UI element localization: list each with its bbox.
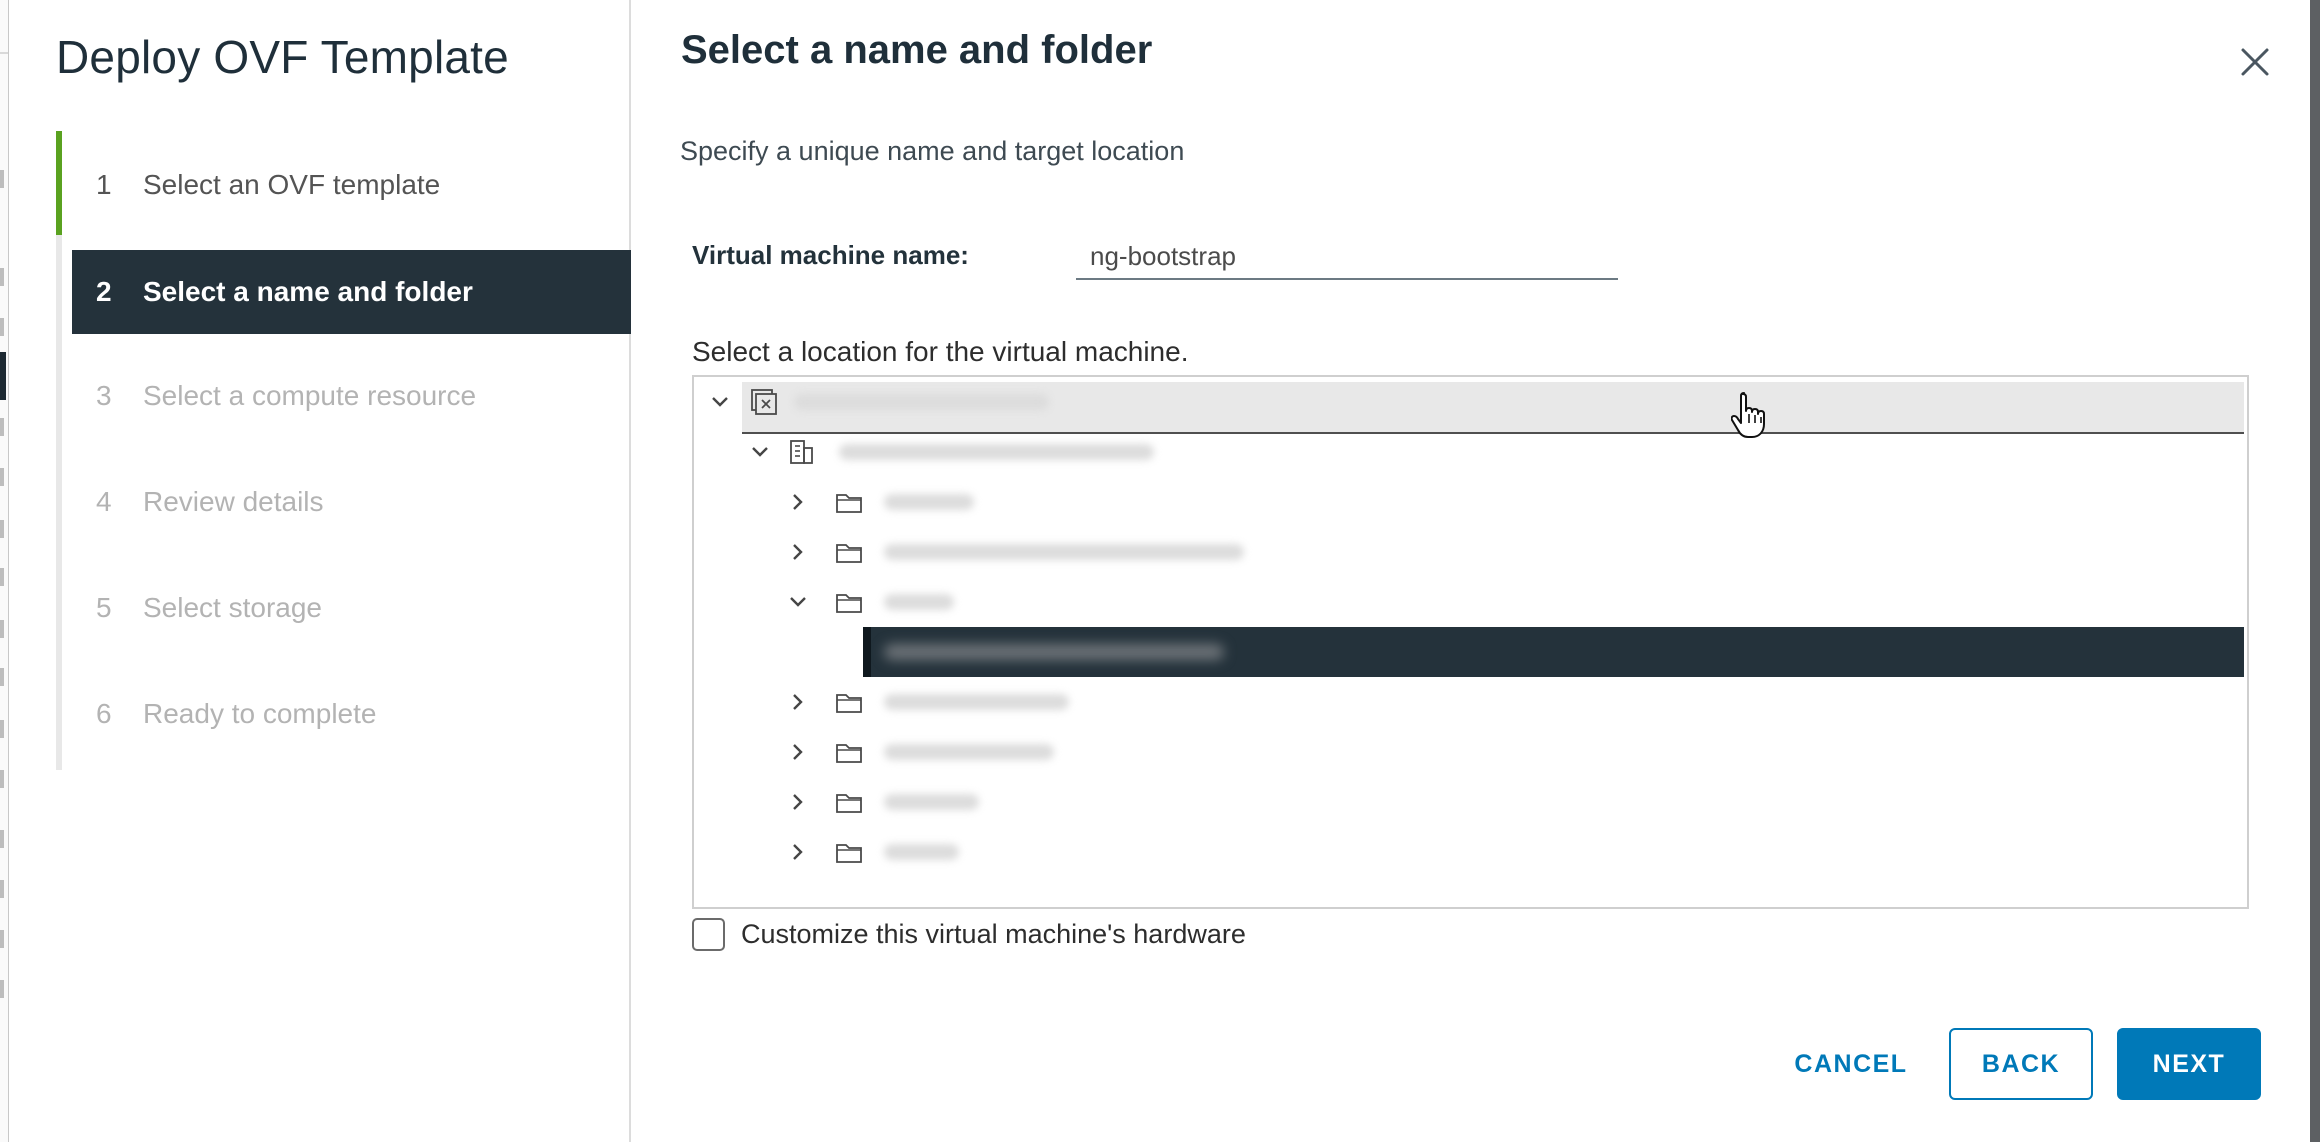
background-text-fragment bbox=[0, 468, 4, 486]
page-title: Select a name and folder bbox=[681, 28, 1153, 72]
step-number: 6 bbox=[96, 698, 112, 729]
chevron-right-icon[interactable] bbox=[784, 738, 812, 766]
step-select-storage[interactable]: 5 Select storage bbox=[56, 566, 631, 650]
step-label: Select a name and folder bbox=[143, 276, 473, 307]
background-app-strip bbox=[0, 0, 9, 1142]
wizard-title: Deploy OVF Template bbox=[56, 31, 509, 83]
chevron-right-icon[interactable] bbox=[784, 838, 812, 866]
close-icon bbox=[2241, 48, 2269, 76]
step-label: Review details bbox=[143, 486, 324, 517]
tree-item-label-redacted bbox=[884, 494, 974, 510]
background-text-fragment bbox=[0, 170, 4, 188]
close-button[interactable] bbox=[2231, 38, 2279, 86]
tree-item-label-redacted bbox=[839, 444, 1154, 460]
background-text-fragment bbox=[0, 620, 4, 638]
folder-icon bbox=[836, 744, 862, 763]
customize-hardware-checkbox[interactable] bbox=[692, 918, 725, 951]
wizard-steps-panel: Deploy OVF Template 1 Select an OVF temp… bbox=[9, 0, 631, 1142]
step-number: 4 bbox=[96, 486, 112, 517]
step-label: Select a compute resource bbox=[143, 380, 477, 411]
folder-icon bbox=[836, 594, 862, 613]
background-text-fragment bbox=[0, 668, 4, 686]
step-number: 3 bbox=[96, 380, 112, 411]
location-label: Select a location for the virtual machin… bbox=[692, 336, 1189, 367]
tree-item-label-redacted bbox=[884, 644, 1224, 660]
background-text-fragment bbox=[0, 720, 4, 738]
background-text-fragment bbox=[0, 980, 4, 998]
location-tree[interactable] bbox=[692, 375, 2249, 909]
page-subtitle: Specify a unique name and target locatio… bbox=[680, 136, 1185, 166]
background-text-fragment bbox=[0, 880, 4, 898]
background-divider bbox=[0, 52, 8, 54]
step-number: 2 bbox=[96, 276, 112, 307]
chevron-down-icon[interactable] bbox=[746, 438, 774, 466]
hand-pointer-cursor-icon bbox=[1731, 392, 1765, 438]
tree-row-folder[interactable] bbox=[694, 777, 2247, 827]
tree-row-datacenter[interactable] bbox=[694, 427, 2247, 477]
folder-icon bbox=[836, 694, 862, 713]
tree-item-label-redacted bbox=[884, 794, 979, 810]
folder-icon bbox=[836, 794, 862, 813]
tree-item-label-redacted bbox=[794, 394, 1049, 410]
folder-icon bbox=[836, 844, 862, 863]
step-completed-indicator bbox=[56, 131, 62, 235]
step-ready-to-complete[interactable]: 6 Ready to complete bbox=[56, 672, 631, 756]
vm-name-label: Virtual machine name: bbox=[692, 240, 969, 270]
chevron-right-icon[interactable] bbox=[784, 688, 812, 716]
background-text-fragment bbox=[0, 830, 4, 848]
folder-icon bbox=[836, 544, 862, 563]
background-text-fragment bbox=[0, 418, 4, 436]
tree-row-vcenter[interactable] bbox=[694, 377, 2247, 434]
cancel-button[interactable]: CANCEL bbox=[1771, 1028, 1931, 1100]
customize-hardware-label[interactable]: Customize this virtual machine's hardwar… bbox=[741, 919, 1246, 950]
background-text-fragment bbox=[0, 520, 4, 538]
chevron-down-icon[interactable] bbox=[784, 588, 812, 616]
selected-row-edge bbox=[863, 627, 871, 677]
tree-item-label-redacted bbox=[884, 844, 959, 860]
vcenter-icon bbox=[751, 389, 777, 415]
tree-row-folder[interactable] bbox=[694, 527, 2247, 577]
step-label: Ready to complete bbox=[143, 698, 377, 729]
next-button[interactable]: NEXT bbox=[2117, 1028, 2261, 1100]
wizard-content: Select a name and folder Specify a uniqu… bbox=[631, 0, 2310, 1142]
chevron-right-icon[interactable] bbox=[784, 538, 812, 566]
step-review-details[interactable]: 4 Review details bbox=[56, 460, 631, 544]
datacenter-icon bbox=[790, 440, 813, 464]
chevron-down-icon[interactable] bbox=[706, 388, 734, 416]
step-select-ovf-template[interactable]: 1 Select an OVF template bbox=[56, 131, 631, 235]
tree-item-label-redacted bbox=[884, 744, 1054, 760]
tree-item-label-redacted bbox=[884, 544, 1244, 560]
step-select-compute-resource[interactable]: 3 Select a compute resource bbox=[56, 354, 631, 438]
background-selected-fragment bbox=[0, 352, 6, 400]
tree-row-folder[interactable] bbox=[694, 477, 2247, 527]
background-text-fragment bbox=[0, 268, 4, 286]
deploy-ovf-wizard-modal: Deploy OVF Template 1 Select an OVF temp… bbox=[9, 0, 2310, 1142]
chevron-right-icon[interactable] bbox=[784, 488, 812, 516]
step-number: 1 bbox=[96, 169, 112, 200]
vm-name-input[interactable] bbox=[1076, 234, 1618, 280]
customize-hardware-row[interactable]: Customize this virtual machine's hardwar… bbox=[692, 918, 1246, 951]
chevron-right-icon[interactable] bbox=[784, 788, 812, 816]
step-label: Select an OVF template bbox=[143, 169, 441, 200]
tree-row-folder[interactable] bbox=[694, 677, 2247, 727]
tree-row-folder[interactable] bbox=[694, 727, 2247, 777]
tree-row-folder[interactable] bbox=[694, 827, 2247, 877]
step-number: 5 bbox=[96, 592, 112, 623]
background-text-fragment bbox=[0, 318, 4, 336]
back-button[interactable]: BACK bbox=[1949, 1028, 2093, 1100]
tree-item-label-redacted bbox=[884, 694, 1069, 710]
background-text-fragment bbox=[0, 930, 4, 948]
folder-icon bbox=[836, 494, 862, 513]
tree-row-folder[interactable] bbox=[694, 577, 2247, 627]
background-text-fragment bbox=[0, 770, 4, 788]
tree-item-label-redacted bbox=[884, 594, 954, 610]
background-text-fragment bbox=[0, 568, 4, 586]
step-label: Select storage bbox=[143, 592, 322, 623]
tree-row-selected[interactable] bbox=[694, 627, 2247, 677]
step-select-name-and-folder[interactable]: 2 Select a name and folder bbox=[72, 250, 631, 334]
